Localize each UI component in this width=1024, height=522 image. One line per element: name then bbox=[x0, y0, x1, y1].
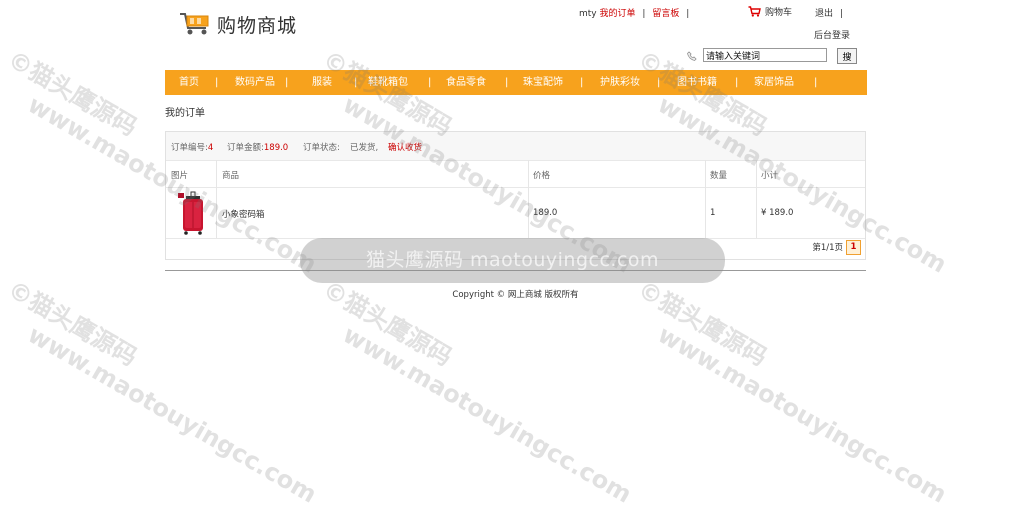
site-title: 购物商城 bbox=[217, 14, 298, 37]
pagination: 第1/1页 1 bbox=[812, 238, 861, 256]
nav-separator: | bbox=[580, 77, 584, 88]
shopping-cart-icon bbox=[748, 6, 761, 17]
nav-separator: | bbox=[285, 77, 289, 88]
nav-item-2[interactable]: 数码产品 bbox=[235, 70, 275, 95]
main-nav: 首页 | 数码产品 | 服装 | 鞋靴箱包 | 食品零食 | 珠宝配饰 | 护肤彩妆 | 图书书籍 | 家居饰品… bbox=[165, 70, 867, 95]
breadcrumb: 我的订单 bbox=[165, 108, 205, 119]
order-info: 订单编号:4 订单金额:189.0 订单状态: 已发货, 确认收货 bbox=[166, 132, 865, 161]
logout-link[interactable]: 退出 bbox=[815, 9, 833, 19]
nav-separator: | bbox=[814, 77, 818, 88]
cart-link[interactable]: 购物车 bbox=[748, 5, 792, 18]
search-button[interactable]: 搜 bbox=[837, 48, 857, 64]
search-input[interactable] bbox=[703, 48, 827, 62]
nav-item-3[interactable]: 服装 bbox=[312, 70, 332, 95]
my-orders-link[interactable]: 我的订单 bbox=[600, 9, 636, 19]
cart-logo-icon bbox=[180, 13, 209, 35]
nav-item-5[interactable]: 食品零食 bbox=[446, 70, 486, 95]
nav-separator: | bbox=[735, 77, 739, 88]
nav-separator: | bbox=[428, 77, 432, 88]
user-links: mty 我的订单 | 留言板 | bbox=[579, 6, 693, 19]
nav-separator: | bbox=[354, 77, 358, 88]
watermark-text: ©猫头鹰源码 bbox=[3, 275, 142, 372]
table-row: 小象密码箱 189.0 1 ¥ 189.0 bbox=[166, 188, 865, 239]
col-header-quantity: 数量 bbox=[710, 171, 728, 181]
order-number: 4 bbox=[207, 143, 214, 153]
divider: | bbox=[839, 9, 843, 19]
page-info: 第1/1页 bbox=[812, 243, 843, 253]
nav-item-8[interactable]: 图书书籍 bbox=[677, 70, 717, 95]
watermark-banner: 猫头鹰源码 maotouyingcc.com bbox=[300, 238, 725, 283]
page-number-button[interactable]: 1 bbox=[846, 239, 861, 255]
logout-area: 退出 | bbox=[815, 6, 843, 19]
nav-separator: | bbox=[505, 77, 509, 88]
message-board-link[interactable]: 留言板 bbox=[652, 9, 679, 19]
col-header-price: 价格 bbox=[533, 171, 551, 181]
cart-label: 购物车 bbox=[765, 8, 793, 18]
product-image[interactable] bbox=[173, 190, 213, 236]
product-price: 189.0 bbox=[533, 208, 558, 218]
product-quantity: 1 bbox=[710, 208, 716, 218]
nav-item-6[interactable]: 珠宝配饰 bbox=[523, 70, 563, 95]
phone-icon bbox=[687, 51, 697, 61]
product-subtotal: ¥ 189.0 bbox=[761, 208, 794, 218]
footer-copyright: Copyright © 网上商城 版权所有 bbox=[452, 290, 579, 300]
site-logo[interactable]: 购物商城 bbox=[179, 10, 297, 38]
col-header-subtotal: 小计 bbox=[761, 171, 779, 181]
search-bar: 搜 bbox=[681, 46, 859, 66]
order-amount-field: 订单金额:189.0 bbox=[227, 141, 288, 153]
nav-item-1[interactable]: 首页 bbox=[179, 70, 199, 95]
nav-item-4[interactable]: 鞋靴箱包 bbox=[368, 70, 408, 95]
product-name-link[interactable]: 小象密码箱 bbox=[222, 208, 265, 220]
divider: | bbox=[686, 9, 690, 19]
username: mty bbox=[579, 9, 597, 19]
table-header: 图片 商品 价格 数量 小计 bbox=[166, 160, 865, 188]
order-status: 已发货, bbox=[350, 143, 379, 153]
order-status-label: 订单状态: bbox=[303, 143, 340, 153]
order-number-label: 订单编号: bbox=[171, 143, 208, 153]
divider: | bbox=[642, 9, 646, 19]
admin-login-link[interactable]: 后台登录 bbox=[814, 28, 850, 41]
col-header-product: 商品 bbox=[222, 171, 240, 181]
confirm-receipt-button[interactable]: 确认收货 bbox=[388, 141, 422, 153]
col-header-image: 图片 bbox=[171, 171, 189, 181]
nav-item-7[interactable]: 护肤彩妆 bbox=[600, 70, 640, 95]
nav-item-9[interactable]: 家居饰品 bbox=[754, 70, 794, 95]
nav-separator: | bbox=[215, 77, 219, 88]
order-amount-label: 订单金额: bbox=[227, 143, 264, 153]
watermark-text: ©猫头鹰源码 bbox=[3, 45, 142, 142]
order-number-field: 订单编号:4 bbox=[171, 141, 213, 153]
nav-separator: | bbox=[657, 77, 661, 88]
order-amount: 189.0 bbox=[263, 143, 289, 153]
